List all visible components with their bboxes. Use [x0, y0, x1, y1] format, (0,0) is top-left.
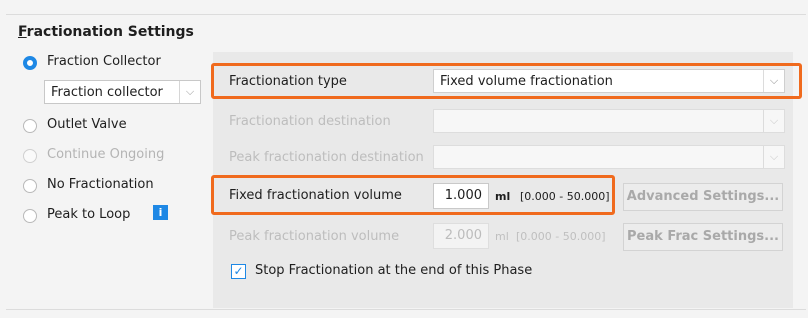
- fixed-fractionation-volume-input[interactable]: 1.000: [433, 183, 489, 209]
- option-label-peak-to-loop: Peak to Loop: [47, 207, 131, 222]
- top-divider: [6, 14, 806, 15]
- label-fixed-fractionation-volume: Fixed fractionation volume: [229, 188, 402, 203]
- fraction-collector-select[interactable]: Fraction collector ⌵: [44, 80, 201, 104]
- fractionation-destination-select: ⌵: [433, 109, 785, 133]
- option-label-continue-ongoing: Continue Ongoing: [47, 147, 165, 162]
- fixed-volume-unit: ml: [495, 190, 511, 203]
- option-label-no-fractionation: No Fractionation: [47, 177, 154, 192]
- info-icon[interactable]: i: [153, 205, 168, 220]
- fixed-volume-range: [0.000 - 50.000]: [520, 190, 610, 203]
- radio-outlet-valve[interactable]: [23, 119, 37, 133]
- stop-fractionation-label: Stop Fractionation at the end of this Ph…: [255, 263, 533, 278]
- radio-fraction-collector[interactable]: [23, 56, 37, 70]
- chevron-down-icon[interactable]: ⌵: [763, 70, 784, 92]
- peak-volume-range: [0.000 - 50.000]: [516, 230, 606, 243]
- option-label-outlet-valve: Outlet Valve: [47, 117, 127, 132]
- peak-frac-settings-button[interactable]: Peak Frac Settings...: [623, 223, 783, 251]
- label-peak-fractionation-destination: Peak fractionation destination: [229, 150, 424, 165]
- option-label-fraction-collector: Fraction Collector: [47, 54, 161, 69]
- chevron-down-icon: ⌵: [763, 146, 784, 168]
- stop-fractionation-checkbox[interactable]: ✓: [231, 264, 246, 279]
- advanced-settings-button[interactable]: Advanced Settings...: [623, 183, 783, 211]
- bottom-divider: [6, 309, 806, 310]
- section-title-mnemonic: F: [18, 24, 27, 40]
- label-fractionation-destination: Fractionation destination: [229, 114, 391, 129]
- chevron-down-icon[interactable]: ⌵: [179, 81, 200, 103]
- label-peak-fractionation-volume: Peak fractionation volume: [229, 229, 400, 244]
- label-fractionation-type: Fractionation type: [229, 74, 347, 89]
- peak-fractionation-volume-input: 2.000: [433, 223, 489, 249]
- radio-no-fractionation[interactable]: [23, 179, 37, 193]
- peak-volume-unit: ml: [495, 230, 509, 243]
- fraction-collector-select-value: Fraction collector: [51, 85, 163, 100]
- section-title-rest: ractionation Settings: [26, 24, 194, 40]
- fractionation-type-select[interactable]: Fixed volume fractionation ⌵: [433, 69, 785, 93]
- section-title: Fractionation Settings: [18, 24, 194, 40]
- radio-continue-ongoing: [23, 149, 37, 163]
- radio-peak-to-loop[interactable]: [23, 209, 37, 223]
- chevron-down-icon: ⌵: [763, 110, 784, 132]
- peak-fractionation-destination-select: ⌵: [433, 145, 785, 169]
- fractionation-type-value: Fixed volume fractionation: [440, 74, 613, 89]
